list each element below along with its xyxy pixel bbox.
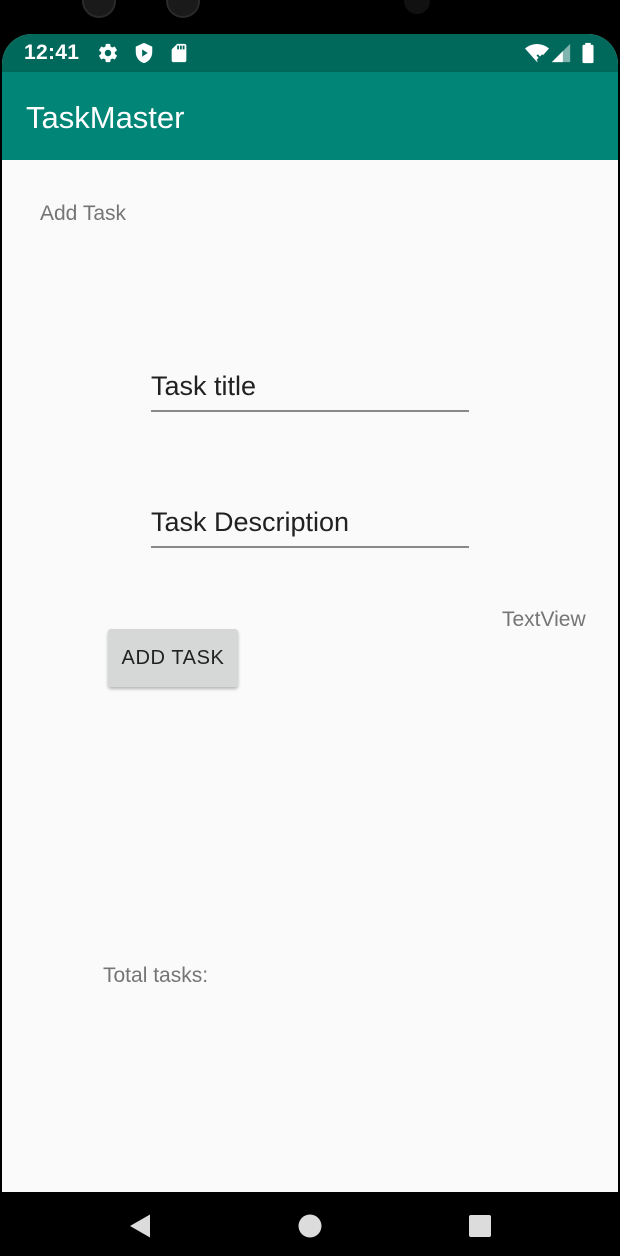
shield-icon: [133, 42, 155, 64]
signal-icon: [550, 42, 572, 64]
wifi-icon: [524, 42, 550, 64]
top-bezel: [0, 0, 620, 34]
task-title-input[interactable]: [151, 364, 469, 408]
gear-icon: [97, 42, 119, 64]
sensor: [404, 0, 430, 14]
app-bar: TaskMaster: [2, 72, 618, 160]
total-tasks-label: Total tasks:: [103, 964, 209, 987]
task-description-input[interactable]: [151, 500, 469, 544]
back-icon[interactable]: [126, 1212, 154, 1240]
camera-lens: [82, 0, 116, 18]
task-title-field: [151, 364, 469, 412]
status-time: 12:41: [24, 41, 80, 64]
add-task-form: Add Task TextView ADD TASK Total tasks:: [2, 160, 618, 1192]
screen: 12:41 TaskMaster Add Task Task title Tas…: [2, 34, 618, 1192]
task-description-field: [151, 500, 469, 548]
battery-icon: [580, 42, 596, 64]
page-heading: Add Task: [40, 202, 126, 225]
navigation-bar: [0, 1192, 620, 1256]
device-frame: 12:41 TaskMaster Add Task Task title Tas…: [0, 0, 620, 1256]
camera-lens: [166, 0, 200, 18]
home-icon[interactable]: [296, 1212, 324, 1240]
text-view: TextView: [502, 608, 586, 631]
add-task-button[interactable]: ADD TASK: [108, 629, 238, 687]
sd-card-icon: [168, 42, 190, 64]
app-title: TaskMaster: [26, 100, 185, 135]
recents-icon[interactable]: [466, 1212, 494, 1240]
status-bar: 12:41: [2, 34, 618, 72]
